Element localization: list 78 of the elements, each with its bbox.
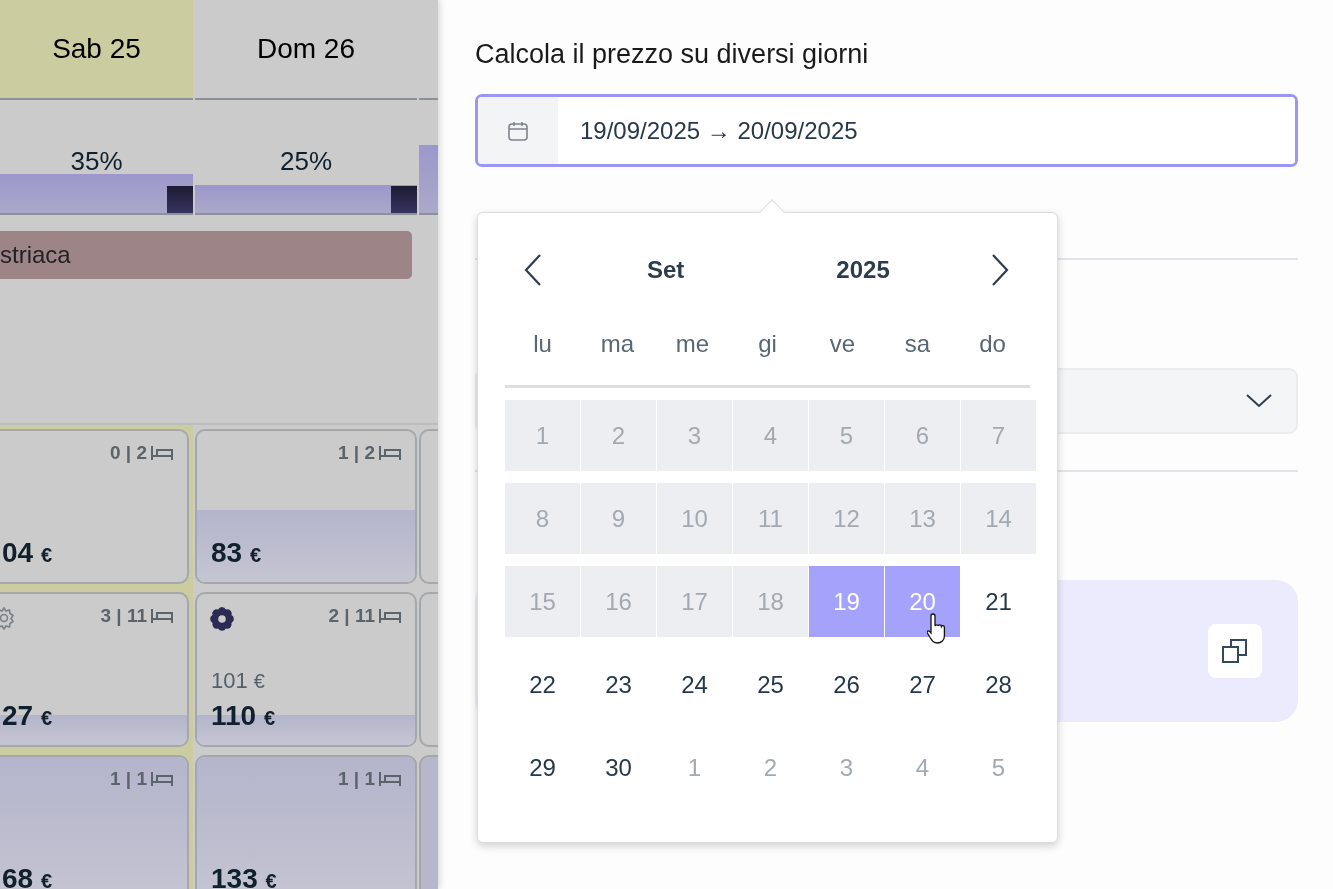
year-label[interactable]: 2025 <box>836 251 890 288</box>
price: 133 € <box>211 862 277 889</box>
day-cell[interactable]: 13 <box>885 483 960 554</box>
month-label[interactable]: Set <box>647 251 685 288</box>
bed-icon <box>151 446 173 461</box>
old-price: 101 € <box>211 667 265 695</box>
day-header: Dom 26 <box>195 0 417 100</box>
chevron-right-icon <box>990 252 1010 287</box>
price: 83 € <box>211 536 262 570</box>
price: 68 € <box>2 862 53 889</box>
day-cell[interactable]: 22 <box>505 649 580 720</box>
room-count: 0 | 2 <box>110 441 147 465</box>
weekday-label: ma <box>599 329 636 359</box>
day-cell[interactable]: 5 <box>809 400 884 471</box>
day-cell[interactable]: 18 <box>733 566 808 637</box>
occupancy-percent: 25% <box>278 145 333 178</box>
date-range-field[interactable]: 19/09/2025 → 20/09/2025 <box>475 94 1298 168</box>
day-cell[interactable]: 7 <box>961 400 1036 471</box>
room-count: 3 | 11 <box>100 604 147 628</box>
day-cell[interactable]: 11 <box>733 483 808 554</box>
day-cell[interactable]: 9 <box>581 483 656 554</box>
copy-icon <box>1221 637 1249 666</box>
bed-icon <box>379 446 401 461</box>
day-cell[interactable]: 10 <box>657 483 732 554</box>
day-cell[interactable]: 1 <box>505 400 580 471</box>
section-title: Calcola il prezzo su diversi giorni <box>475 38 870 71</box>
event-bar: striaca <box>0 231 412 279</box>
weekday-label: gi <box>757 329 778 359</box>
day-cell[interactable]: 28 <box>961 649 1036 720</box>
day-header: Sab 25 <box>0 0 193 100</box>
day-cell[interactable]: 8 <box>505 483 580 554</box>
day-cell[interactable]: 24 <box>657 649 732 720</box>
weekday-label: me <box>674 329 711 359</box>
room-count: 2 | 11 <box>328 604 375 628</box>
occupancy-percent: 35% <box>69 145 124 178</box>
day-cell[interactable]: 27 <box>885 649 960 720</box>
day-cell[interactable]: 15 <box>505 566 580 637</box>
day-cell[interactable]: 16 <box>581 566 656 637</box>
bed-icon <box>151 609 173 624</box>
bed-icon <box>379 609 401 624</box>
day-cell[interactable]: 29 <box>505 732 580 803</box>
day-cell[interactable]: 19 <box>809 566 884 637</box>
weekday-label: do <box>978 329 1007 359</box>
price: 04 € <box>2 536 53 570</box>
room-count: 1 | 1 <box>338 767 375 791</box>
day-cell[interactable]: 4 <box>733 400 808 471</box>
day-cell[interactable]: 2 <box>581 400 656 471</box>
chevron-left-icon <box>523 252 543 287</box>
day-cell[interactable]: 14 <box>961 483 1036 554</box>
day-cell[interactable]: 25 <box>733 649 808 720</box>
price: 110 € <box>211 699 276 733</box>
day-cell[interactable]: 3 <box>657 400 732 471</box>
day-cell[interactable]: 4 <box>885 732 960 803</box>
chevron-down-icon <box>1246 394 1272 409</box>
weekday-label: sa <box>903 329 932 359</box>
day-cell[interactable]: 3 <box>809 732 884 803</box>
day-cell[interactable]: 6 <box>885 400 960 471</box>
day-cell[interactable]: 1 <box>657 732 732 803</box>
day-cell[interactable]: 5 <box>961 732 1036 803</box>
occupancy-marker <box>167 186 193 213</box>
weekday-label: lu <box>532 329 553 359</box>
day-cell[interactable]: 26 <box>809 649 884 720</box>
day-cell[interactable]: 20 <box>885 566 960 637</box>
room-count: 1 | 1 <box>110 767 147 791</box>
occupancy-marker <box>391 186 417 213</box>
day-cell[interactable]: 21 <box>961 566 1036 637</box>
day-cell[interactable]: 12 <box>809 483 884 554</box>
day-cell[interactable]: 2 <box>733 732 808 803</box>
gear-icon <box>209 606 235 632</box>
price: 27 € <box>2 699 53 733</box>
bed-icon <box>151 772 173 787</box>
copy-button[interactable] <box>1208 624 1262 679</box>
day-cell[interactable]: 23 <box>581 649 656 720</box>
day-cell[interactable]: 30 <box>581 732 656 803</box>
day-cell[interactable]: 17 <box>657 566 732 637</box>
room-count: 1 | 2 <box>338 441 375 465</box>
weekday-label: ve <box>828 329 857 359</box>
bed-icon <box>379 772 401 787</box>
